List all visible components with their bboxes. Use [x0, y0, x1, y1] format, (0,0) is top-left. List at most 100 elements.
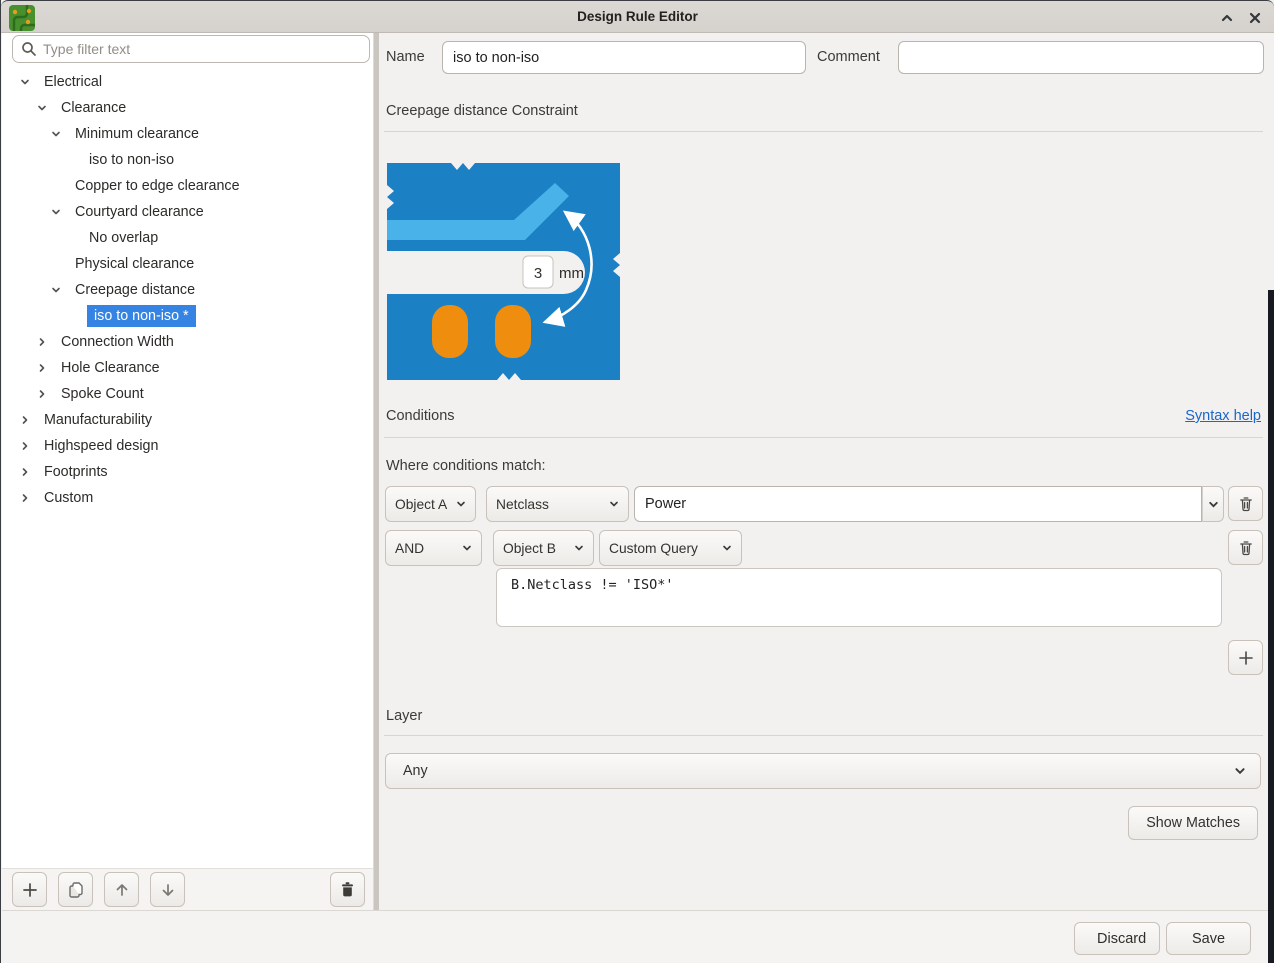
chevron-right-icon[interactable] [31, 388, 53, 400]
shade-window-button[interactable] [1218, 9, 1236, 27]
duplicate-icon [67, 881, 85, 899]
tree-item[interactable]: iso to non-iso * [2, 303, 373, 329]
chevron-down-icon[interactable] [31, 102, 53, 114]
tree-item-label: Physical clearance [73, 253, 196, 275]
creepage-value[interactable]: 3 [534, 265, 542, 282]
tree-item[interactable]: Courtyard clearance [2, 199, 373, 225]
filter-input[interactable] [43, 41, 369, 57]
move-up-icon [114, 882, 130, 898]
tree-item[interactable]: Physical clearance [2, 251, 373, 277]
trash-icon [1238, 496, 1254, 512]
discard-button[interactable]: Discard [1074, 922, 1160, 955]
tree-item[interactable]: Highspeed design [2, 433, 373, 459]
boolean-operator-dropdown[interactable]: AND [385, 530, 482, 566]
chevron-up-icon [1220, 11, 1234, 25]
tree-item-label: Minimum clearance [73, 123, 201, 145]
chevron-down-icon [1234, 765, 1246, 777]
tree-item[interactable]: Connection Width [2, 329, 373, 355]
filter-box[interactable] [12, 35, 370, 63]
trash-icon [1238, 540, 1254, 556]
delete-rule-button[interactable] [330, 872, 365, 907]
duplicate-rule-button[interactable] [58, 872, 93, 907]
dropdown-label: Object B [503, 541, 556, 556]
show-matches-button[interactable]: Show Matches [1128, 806, 1258, 840]
tree-item[interactable]: No overlap [2, 225, 373, 251]
chevron-right-icon[interactable] [14, 414, 36, 426]
property-a-dropdown[interactable]: Netclass [486, 486, 629, 522]
close-icon [1248, 11, 1262, 25]
object-b-dropdown[interactable]: Object B [493, 530, 594, 566]
chevron-right-icon[interactable] [14, 440, 36, 452]
divider [384, 131, 1263, 132]
delete-condition-a-button[interactable] [1228, 486, 1263, 521]
chevron-right-icon[interactable] [14, 466, 36, 478]
tree-item[interactable]: Hole Clearance [2, 355, 373, 381]
chevron-down-icon[interactable] [45, 128, 67, 140]
comment-input[interactable] [898, 41, 1264, 74]
conditions-section-heading: Conditions [386, 408, 455, 424]
divider [384, 735, 1263, 736]
combobox-drop-button[interactable] [1202, 486, 1224, 522]
save-button[interactable]: Save [1166, 922, 1251, 955]
chevron-down-icon [574, 543, 584, 553]
move-up-button[interactable] [104, 872, 139, 907]
tree-item-label: Footprints [42, 461, 110, 483]
add-condition-button[interactable] [1228, 640, 1263, 675]
tree-item[interactable]: Clearance [2, 95, 373, 121]
tree-item-label: Hole Clearance [59, 357, 162, 379]
chevron-right-icon[interactable] [31, 362, 53, 374]
add-icon [22, 882, 38, 898]
layer-section-heading: Layer [386, 708, 422, 724]
chevron-down-icon [456, 499, 466, 509]
syntax-help-link[interactable]: Syntax help [1185, 408, 1261, 424]
rule-editor-panel: Name Comment Creepage distance Constrain… [379, 33, 1274, 910]
netclass-value-input[interactable] [634, 486, 1202, 522]
custom-query-editor[interactable]: B.Netclass != 'ISO*' [496, 568, 1222, 627]
chevron-down-icon[interactable] [14, 76, 36, 88]
tree-item-label: Connection Width [59, 331, 176, 353]
tree-item[interactable]: Creepage distance [2, 277, 373, 303]
tree-item[interactable]: Footprints [2, 459, 373, 485]
object-a-dropdown[interactable]: Object A [385, 486, 476, 522]
tree-item[interactable]: Manufacturability [2, 407, 373, 433]
chevron-down-icon [722, 543, 732, 553]
rule-tree-panel: ElectricalClearanceMinimum clearanceiso … [2, 33, 373, 910]
chevron-right-icon[interactable] [31, 336, 53, 348]
chevron-right-icon[interactable] [14, 492, 36, 504]
chevron-down-icon [609, 499, 619, 509]
dropdown-label: Object A [395, 497, 447, 512]
chevron-down-icon[interactable] [45, 206, 67, 218]
tree-item[interactable]: iso to non-iso [2, 147, 373, 173]
move-down-icon [160, 882, 176, 898]
comment-label: Comment [817, 49, 880, 65]
tree-item-label: Copper to edge clearance [73, 175, 242, 197]
chevron-down-icon[interactable] [45, 284, 67, 296]
add-icon [1238, 650, 1254, 666]
tree-item-label: Creepage distance [73, 279, 197, 301]
delete-condition-b-button[interactable] [1228, 530, 1263, 565]
tree-item[interactable]: Copper to edge clearance [2, 173, 373, 199]
close-window-button[interactable] [1246, 9, 1264, 27]
move-down-button[interactable] [150, 872, 185, 907]
creepage-unit: mm [559, 265, 584, 282]
titlebar: Design Rule Editor [1, 0, 1274, 33]
layer-select[interactable]: Any [385, 753, 1261, 789]
chevron-down-icon [1208, 499, 1219, 510]
delete-icon [339, 881, 356, 898]
pad-shape [495, 305, 531, 358]
conditions-match-label: Where conditions match: [386, 458, 546, 474]
tree-item-label: Spoke Count [59, 383, 146, 405]
background-window-edge [1268, 290, 1274, 963]
constraint-section-heading: Creepage distance Constraint [386, 103, 578, 119]
tree-item[interactable]: Spoke Count [2, 381, 373, 407]
tree-item[interactable]: Minimum clearance [2, 121, 373, 147]
name-input[interactable] [442, 41, 806, 74]
pad-shape [432, 305, 468, 358]
add-rule-button[interactable] [12, 872, 47, 907]
dropdown-label: Netclass [496, 497, 549, 512]
tree-toolbar [2, 868, 373, 910]
tree-item-label: Courtyard clearance [73, 201, 206, 223]
tree-item[interactable]: Custom [2, 485, 373, 511]
tree-item[interactable]: Electrical [2, 69, 373, 95]
property-b-dropdown[interactable]: Custom Query [599, 530, 742, 566]
